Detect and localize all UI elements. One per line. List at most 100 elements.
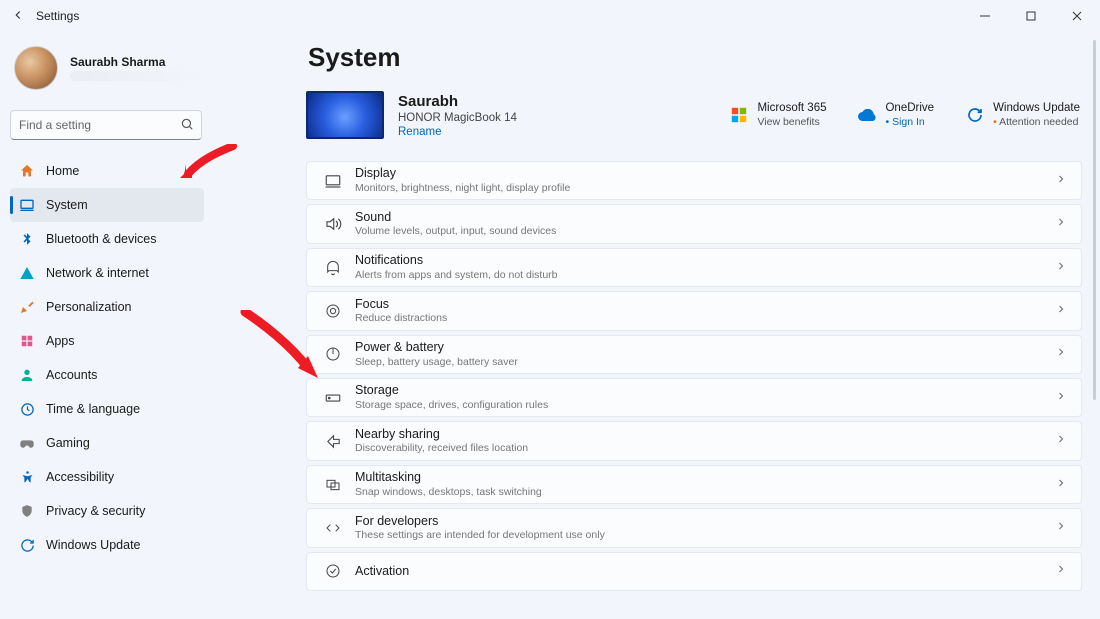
chevron-right-icon [1055, 476, 1067, 494]
chevron-right-icon [1055, 302, 1067, 320]
sidebar-item-apps[interactable]: Apps [10, 324, 204, 358]
personalization-icon [18, 299, 36, 315]
profile-block[interactable]: Saurabh Sharma [10, 40, 300, 108]
sidebar-item-accessibility[interactable]: Accessibility [10, 460, 204, 494]
card-sound[interactable]: SoundVolume levels, output, input, sound… [306, 204, 1082, 243]
card-for-developers[interactable]: For developersThese settings are intende… [306, 508, 1082, 547]
sidebar-item-gaming[interactable]: Gaming [10, 426, 204, 460]
card-title: Notifications [355, 253, 558, 269]
search-icon [180, 117, 194, 136]
accounts-icon [18, 367, 36, 383]
settings-card-list: DisplayMonitors, brightness, night light… [306, 161, 1082, 591]
pill-title: OneDrive [885, 101, 934, 115]
sidebar-label: Bluetooth & devices [46, 232, 157, 246]
sidebar-label: Personalization [46, 300, 131, 314]
chevron-right-icon [1055, 215, 1067, 233]
accessibility-icon [18, 470, 36, 485]
bluetooth-icon [18, 232, 36, 246]
sidebar-label: System [46, 198, 88, 212]
card-sub: Storage space, drives, configuration rul… [355, 399, 548, 412]
privacy-icon [18, 504, 36, 518]
close-button[interactable] [1054, 0, 1100, 32]
pill-windows-update[interactable]: Windows Update Attention needed [966, 101, 1080, 129]
pill-onedrive[interactable]: OneDrive Sign In [858, 101, 934, 129]
developers-icon [319, 520, 347, 536]
home-icon [18, 163, 36, 179]
card-storage[interactable]: StorageStorage space, drives, configurat… [306, 378, 1082, 417]
multitask-icon [319, 477, 347, 493]
sidebar-item-system[interactable]: System [10, 188, 204, 222]
sidebar-item-accounts[interactable]: Accounts [10, 358, 204, 392]
sidebar-item-network[interactable]: Network & internet [10, 256, 204, 290]
device-thumbnail [306, 91, 384, 139]
page-title: System [308, 42, 1082, 73]
card-focus[interactable]: FocusReduce distractions [306, 291, 1082, 330]
pill-microsoft-365[interactable]: Microsoft 365 View benefits [730, 101, 826, 129]
sidebar-nav: Home System Bluetooth & devices Network … [10, 154, 204, 562]
search-input[interactable] [10, 110, 202, 140]
chevron-right-icon [1055, 389, 1067, 407]
wupdate-icon [966, 106, 984, 124]
pill-title: Microsoft 365 [757, 101, 826, 115]
chevron-right-icon [1055, 562, 1067, 580]
card-title: Storage [355, 383, 548, 399]
card-notifications[interactable]: NotificationsAlerts from apps and system… [306, 248, 1082, 287]
sidebar-label: Time & language [46, 402, 140, 416]
card-sub: Snap windows, desktops, task switching [355, 486, 542, 499]
titlebar: Settings [0, 0, 1100, 32]
back-button[interactable] [6, 8, 30, 25]
card-title: Power & battery [355, 340, 518, 356]
sidebar-item-windows-update[interactable]: Windows Update [10, 528, 204, 562]
rename-link[interactable]: Rename [398, 126, 517, 138]
device-row: Saurabh HONOR MagicBook 14 Rename Micros… [306, 91, 1082, 139]
card-title: Activation [355, 564, 409, 580]
pill-sub: Attention needed [993, 116, 1080, 129]
chevron-right-icon [1055, 345, 1067, 363]
scrollbar[interactable] [1093, 40, 1096, 400]
chevron-right-icon [1055, 172, 1067, 190]
card-sub: Monitors, brightness, night light, displ… [355, 182, 570, 195]
window-title: Settings [36, 9, 79, 23]
onedrive-icon [858, 106, 876, 124]
chevron-right-icon [1055, 432, 1067, 450]
sidebar-item-privacy[interactable]: Privacy & security [10, 494, 204, 528]
sidebar-item-personalization[interactable]: Personalization [10, 290, 204, 324]
card-nearby-sharing[interactable]: Nearby sharingDiscoverability, received … [306, 421, 1082, 460]
sidebar: Saurabh Sharma Home System Bluetooth & d… [10, 32, 300, 619]
minimize-button[interactable] [962, 0, 1008, 32]
m365-icon [730, 106, 748, 124]
sidebar-label: Accessibility [46, 470, 114, 484]
card-display[interactable]: DisplayMonitors, brightness, night light… [306, 161, 1082, 200]
card-title: Display [355, 166, 570, 182]
time-icon [18, 402, 36, 417]
device-name: Saurabh [398, 93, 517, 110]
sidebar-item-home[interactable]: Home [10, 154, 204, 188]
card-power-battery[interactable]: Power & batterySleep, battery usage, bat… [306, 335, 1082, 374]
card-multitasking[interactable]: MultitaskingSnap windows, desktops, task… [306, 465, 1082, 504]
display-icon [319, 172, 347, 190]
gaming-icon [18, 435, 36, 451]
network-icon [18, 265, 36, 281]
sidebar-label: Accounts [46, 368, 97, 382]
main-panel: System Saurabh HONOR MagicBook 14 Rename… [300, 32, 1100, 619]
device-model: HONOR MagicBook 14 [398, 112, 517, 124]
card-title: Sound [355, 210, 556, 226]
sidebar-item-time[interactable]: Time & language [10, 392, 204, 426]
focus-icon [319, 303, 347, 319]
profile-name: Saurabh Sharma [70, 55, 210, 69]
sidebar-label: Network & internet [46, 266, 149, 280]
pill-title: Windows Update [993, 101, 1080, 115]
avatar [14, 46, 58, 90]
maximize-button[interactable] [1008, 0, 1054, 32]
card-sub: Discoverability, received files location [355, 442, 528, 455]
pill-sub: View benefits [757, 116, 826, 129]
profile-email-placeholder [70, 71, 210, 81]
card-title: Multitasking [355, 470, 542, 486]
sidebar-label: Home [46, 164, 79, 178]
sidebar-label: Gaming [46, 436, 90, 450]
sidebar-item-bluetooth[interactable]: Bluetooth & devices [10, 222, 204, 256]
card-sub: Volume levels, output, input, sound devi… [355, 225, 556, 238]
card-sub: Sleep, battery usage, battery saver [355, 356, 518, 369]
card-title: For developers [355, 514, 605, 530]
card-activation[interactable]: Activation [306, 552, 1082, 591]
